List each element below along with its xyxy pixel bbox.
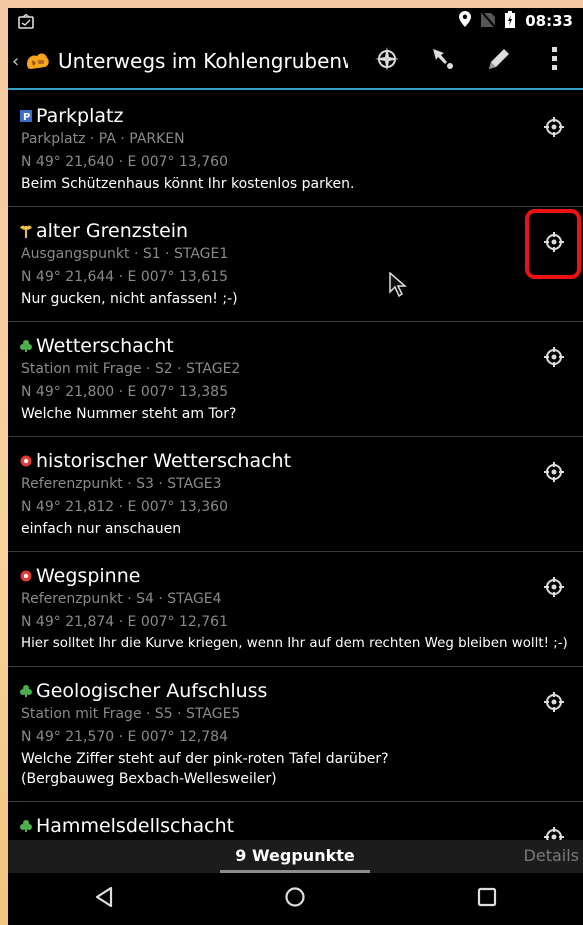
- back-chevron-icon[interactable]: ‹: [12, 51, 22, 72]
- waypoint-type: Ausgangspunkt · S1 · STAGE1: [21, 246, 229, 262]
- tab-waypoints[interactable]: 9 Wegpunkte: [220, 846, 370, 865]
- reference-point-icon: [20, 454, 32, 468]
- crosshair-icon: [543, 231, 565, 257]
- parking-icon: P: [20, 109, 32, 123]
- tab-details[interactable]: Details: [524, 846, 579, 865]
- list-item[interactable]: historischer Wetterschacht Referenzpunkt…: [8, 437, 583, 552]
- list-item[interactable]: P Parkplatz Parkplatz · PA · PARKEN N 49…: [8, 92, 583, 207]
- edit-button[interactable]: [471, 33, 527, 89]
- back-button[interactable]: [74, 879, 134, 919]
- waypoint-name: Geologischer Aufschluss: [36, 680, 268, 702]
- question-station-icon: [20, 684, 32, 698]
- home-circle-icon: [284, 886, 306, 912]
- mouse-cursor-icon: [389, 271, 408, 302]
- waypoint-name: Wetterschacht: [36, 335, 174, 357]
- clock: 08:33: [525, 12, 573, 30]
- waypoint-note: Hier solltet Ihr die Kurve kriegen, wenn…: [21, 636, 568, 651]
- waypoint-name: Hammelsdellschacht: [36, 815, 235, 837]
- crosshair-icon: [543, 461, 565, 487]
- navigate-to-button[interactable]: [539, 229, 569, 259]
- waypoint-type: Referenzpunkt · S4 · STAGE4: [21, 591, 222, 607]
- waypoint-name: alter Grenzstein: [36, 220, 189, 242]
- waypoint-type: Referenzpunkt · S3 · STAGE3: [21, 476, 222, 492]
- navigate-to-button[interactable]: [539, 824, 569, 840]
- navigate-to-button[interactable]: [539, 344, 569, 374]
- crosshair-icon: [543, 116, 565, 142]
- compass-icon: [374, 46, 400, 76]
- waypoint-coords: N 49° 21,640 · E 007° 13,760: [21, 154, 228, 170]
- waypoint-name: historischer Wetterschacht: [36, 450, 292, 472]
- waypoint-name: Wegspinne: [36, 565, 141, 587]
- phone-screen: 08:33 ‹ Unterwegs im Kohlengrubenw... P …: [8, 8, 583, 925]
- waypoint-note: (Bergbauweg Bexbach-Wellesweiler): [21, 771, 277, 787]
- waypoint-type: Station mit Frage · S2 · STAGE2: [21, 361, 241, 377]
- action-bar: ‹ Unterwegs im Kohlengrubenw...: [8, 34, 583, 90]
- waypoint-note: Beim Schützenhaus könnt Ihr kostenlos pa…: [21, 176, 355, 192]
- waypoint-name: Parkplatz: [36, 105, 124, 127]
- navigate-to-button[interactable]: [539, 114, 569, 144]
- question-station-icon: [20, 339, 32, 353]
- no-sim-icon: [480, 10, 497, 31]
- status-bar: 08:33: [8, 8, 583, 34]
- battery-icon: [505, 10, 516, 32]
- list-item[interactable]: alter Grenzstein Ausgangspunkt · S1 · ST…: [8, 207, 583, 322]
- waypoint-coords: N 49° 21,812 · E 007° 13,360: [21, 499, 228, 515]
- navigate-to-button[interactable]: [539, 459, 569, 489]
- waypoint-type: Station mit Frage · S5 · STAGE5: [21, 706, 241, 722]
- home-button[interactable]: [265, 879, 325, 919]
- navigate-icon: [430, 46, 456, 76]
- question-station-icon: [20, 819, 32, 833]
- list-item[interactable]: Geologischer Aufschluss Station mit Frag…: [8, 667, 583, 802]
- recents-button[interactable]: [457, 879, 517, 919]
- system-nav-bar: [8, 873, 583, 925]
- waypoint-note: Welche Nummer steht am Tor?: [21, 406, 237, 422]
- crosshair-icon: [543, 691, 565, 717]
- crosshair-icon: [543, 576, 565, 602]
- svg-text:P: P: [23, 112, 30, 122]
- compass-button[interactable]: [359, 33, 415, 89]
- edit-icon: [485, 45, 513, 77]
- waypoint-note: Nur gucken, nicht anfassen! ;-): [21, 291, 238, 307]
- list-item[interactable]: Wegspinne Referenzpunkt · S4 · STAGE4 N …: [8, 552, 583, 667]
- navigate-button[interactable]: [415, 33, 471, 89]
- list-item[interactable]: Hammelsdellschacht: [8, 802, 583, 840]
- crosshair-icon: [543, 826, 565, 840]
- page-title: Unterwegs im Kohlengrubenw...: [58, 49, 348, 73]
- waypoint-note: einfach nur anschauen: [21, 521, 182, 537]
- location-icon: [459, 11, 472, 31]
- app-logo-icon[interactable]: [24, 48, 50, 74]
- reference-point-icon: [20, 569, 32, 583]
- tab-bar: 9 Wegpunkte Details: [8, 840, 583, 873]
- waypoint-note: Welche Ziffer steht auf der pink-roten T…: [21, 751, 389, 767]
- back-triangle-icon: [94, 886, 114, 912]
- waypoint-coords: N 49° 21,874 · E 007° 12,761: [21, 614, 228, 630]
- waypoint-list: P Parkplatz Parkplatz · PA · PARKEN N 49…: [8, 92, 583, 840]
- navigate-to-button[interactable]: [539, 574, 569, 604]
- stage-start-icon: [20, 224, 32, 238]
- waypoint-coords: N 49° 21,644 · E 007° 13,615: [21, 269, 228, 285]
- recents-square-icon: [477, 887, 497, 911]
- notification-icon: [18, 13, 36, 29]
- overflow-menu-button[interactable]: [527, 33, 583, 89]
- list-item[interactable]: Wetterschacht Station mit Frage · S2 · S…: [8, 322, 583, 437]
- waypoint-coords: N 49° 21,570 · E 007° 12,784: [21, 729, 228, 745]
- crosshair-icon: [543, 346, 565, 372]
- waypoint-coords: N 49° 21,800 · E 007° 13,385: [21, 384, 228, 400]
- waypoint-type: Parkplatz · PA · PARKEN: [21, 131, 185, 147]
- overflow-menu-icon: [551, 46, 559, 76]
- navigate-to-button[interactable]: [539, 689, 569, 719]
